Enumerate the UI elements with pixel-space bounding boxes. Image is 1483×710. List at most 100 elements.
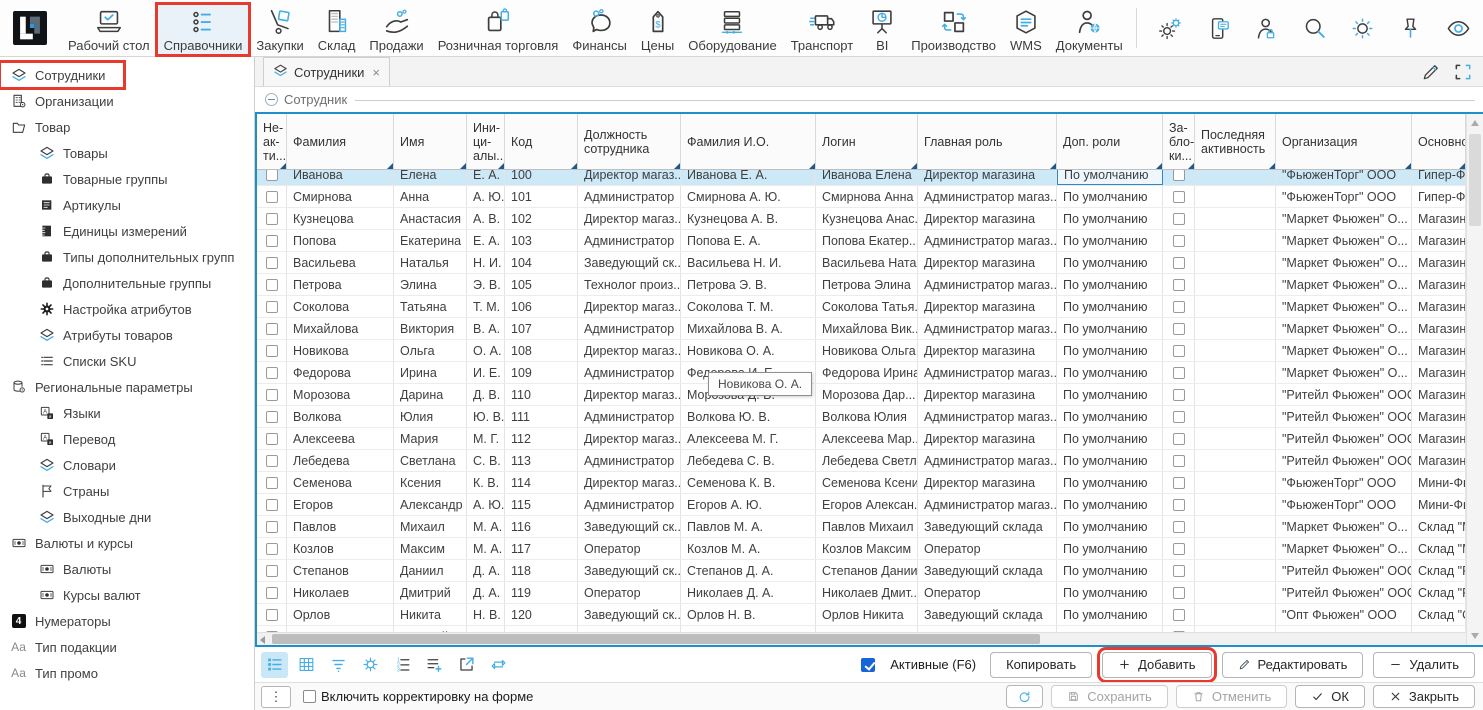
sidebar-item-perevod[interactable]: AяПеревод xyxy=(0,426,254,452)
table-row[interactable]: ПоповаЕкатеринаЕ. А.103АдминистраторПопо… xyxy=(257,230,1466,252)
blocked-checkbox[interactable] xyxy=(1173,170,1185,181)
sidebar-item-tovar[interactable]: Товар xyxy=(0,114,254,140)
vertical-scrollbar[interactable] xyxy=(1466,114,1483,645)
sidebar-item-spiski-sku[interactable]: Списки SKU xyxy=(0,348,254,374)
column-header-initials[interactable]: Ини- ци- алы... xyxy=(467,114,505,169)
row-checkbox[interactable] xyxy=(266,433,278,445)
row-checkbox[interactable] xyxy=(266,367,278,379)
save-button[interactable]: Сохранить xyxy=(1051,685,1168,708)
row-checkbox[interactable] xyxy=(266,323,278,335)
blocked-checkbox[interactable] xyxy=(1173,477,1185,489)
horizontal-scrollbar[interactable] xyxy=(257,632,1466,645)
column-header-extraroles[interactable]: Доп. роли xyxy=(1057,114,1163,169)
table-row[interactable]: НовиковаОльгаО. А.108Директор магаз...Но… xyxy=(257,340,1466,362)
nav-item-finansy[interactable]: Финансы xyxy=(565,4,634,55)
table-row[interactable]: ОрловНикитаН. В.120Заведующий ск...Орлов… xyxy=(257,604,1466,626)
blocked-checkbox[interactable] xyxy=(1173,257,1185,269)
more-menu-button[interactable]: ⋮ xyxy=(261,686,291,708)
table-row[interactable]: ВасильеваНатальяН. И.104Заведующий ск...… xyxy=(257,252,1466,274)
table-row[interactable]: КузнецоваАнастасияА. В.102Директор магаз… xyxy=(257,208,1466,230)
user-lock-icon[interactable] xyxy=(1252,13,1282,43)
sidebar-item-tip-podaktsii[interactable]: АаТип подакции xyxy=(0,634,254,660)
column-header-login[interactable]: Логин xyxy=(816,114,918,169)
sidebar-item-nastroyka-atributov[interactable]: Настройка атрибутов xyxy=(0,296,254,322)
tab-close-icon[interactable]: × xyxy=(372,65,380,80)
scroll-left-icon[interactable] xyxy=(260,636,265,644)
blocked-checkbox[interactable] xyxy=(1173,235,1185,247)
row-checkbox[interactable] xyxy=(266,170,278,181)
sidebar-item-valyuty-i-kursy[interactable]: Валюты и курсы xyxy=(0,530,254,556)
nav-item-dokumenty[interactable]: Документы xyxy=(1049,4,1130,55)
column-header-position[interactable]: Должность сотрудника xyxy=(578,114,681,169)
blocked-checkbox[interactable] xyxy=(1173,279,1185,291)
nav-item-proizvodstvo[interactable]: Производство xyxy=(904,4,1003,55)
row-checkbox[interactable] xyxy=(266,587,278,599)
phone-message-icon[interactable] xyxy=(1204,13,1234,43)
column-header-firstname[interactable]: Имя xyxy=(394,114,467,169)
nav-item-spravochniki[interactable]: Справочники xyxy=(157,4,250,55)
scroll-up-icon[interactable] xyxy=(1471,120,1479,126)
scroll-down-icon[interactable] xyxy=(1471,633,1479,639)
delete-button[interactable]: Удалить xyxy=(1373,652,1475,678)
blocked-checkbox[interactable] xyxy=(1173,411,1185,423)
sidebar-item-artikuly[interactable]: Артикулы xyxy=(0,192,254,218)
cancel-button[interactable]: Отменить xyxy=(1176,685,1287,708)
column-header-primary[interactable]: Основной xyxy=(1412,114,1466,169)
column-header-lastname[interactable]: Фамилия xyxy=(287,114,394,169)
tab-employees[interactable]: Сотрудники × xyxy=(263,57,390,86)
blocked-checkbox[interactable] xyxy=(1173,301,1185,313)
sidebar-item-tovary[interactable]: Товары xyxy=(0,140,254,166)
row-checkbox[interactable] xyxy=(266,477,278,489)
fullscreen-icon[interactable] xyxy=(1453,62,1473,82)
row-checkbox[interactable] xyxy=(266,543,278,555)
blocked-checkbox[interactable] xyxy=(1173,609,1185,621)
nav-item-zakupki[interactable]: Закупки xyxy=(249,4,310,55)
blocked-checkbox[interactable] xyxy=(1173,213,1185,225)
loop-icon[interactable] xyxy=(485,652,512,678)
table-row[interactable]: ЕгоровАлександрА. Ю.115АдминистраторЕгор… xyxy=(257,494,1466,516)
row-checkbox[interactable] xyxy=(266,565,278,577)
sidebar-item-dopolnitelnye-gruppy[interactable]: Дополнительные группы xyxy=(0,270,254,296)
nav-item-tseny[interactable]: $Цены xyxy=(634,4,681,55)
row-checkbox[interactable] xyxy=(266,213,278,225)
eye-icon[interactable] xyxy=(1444,13,1474,43)
table-row[interactable]: ПавловМихаилМ. А.116Заведующий ск...Павл… xyxy=(257,516,1466,538)
table-row[interactable]: НиколаевДмитрийД. А.119ОператорНиколаев … xyxy=(257,582,1466,604)
row-checkbox[interactable] xyxy=(266,191,278,203)
column-header-inactive[interactable]: Не- ак- ти... xyxy=(257,114,287,169)
sidebar-item-valyuty[interactable]: Валюты xyxy=(0,556,254,582)
row-checkbox[interactable] xyxy=(266,345,278,357)
add-list-icon[interactable] xyxy=(421,652,448,678)
column-header-organization[interactable]: Организация xyxy=(1276,114,1412,169)
table-row[interactable]: СтепановДаниилД. А.118Заведующий ск...Ст… xyxy=(257,560,1466,582)
row-checkbox[interactable] xyxy=(266,235,278,247)
row-checkbox[interactable] xyxy=(266,411,278,423)
table-row[interactable]: МорозоваДаринаД. В.110Директор магаз...М… xyxy=(257,384,1466,406)
blocked-checkbox[interactable] xyxy=(1173,323,1185,335)
sidebar-item-vykhodnye-dni[interactable]: Выходные дни xyxy=(0,504,254,530)
nav-item-oborudovanie[interactable]: Оборудование xyxy=(681,4,783,55)
nav-item-bi[interactable]: BI xyxy=(860,4,904,55)
table-row[interactable]: МихайловаВикторияВ. А.107АдминистраторМи… xyxy=(257,318,1466,340)
export-icon[interactable] xyxy=(453,652,480,678)
nav-item-transport[interactable]: Транспорт xyxy=(784,4,861,55)
blocked-checkbox[interactable] xyxy=(1173,455,1185,467)
row-checkbox[interactable] xyxy=(266,499,278,511)
nav-item-roznichnaya-torgovlya[interactable]: Розничная торговля xyxy=(431,4,566,55)
row-checkbox[interactable] xyxy=(266,609,278,621)
sidebar-item-yazyki[interactable]: AяЯзыки xyxy=(0,400,254,426)
blocked-checkbox[interactable] xyxy=(1173,433,1185,445)
close-button[interactable]: Закрыть xyxy=(1373,685,1475,708)
sidebar-item-sotrudniki[interactable]: Сотрудники xyxy=(0,62,124,88)
collapse-group-icon[interactable] xyxy=(265,93,278,106)
search-icon[interactable] xyxy=(1300,13,1330,43)
blocked-checkbox[interactable] xyxy=(1173,499,1185,511)
table-row[interactable]: ЛебедеваСветланаС. В.113АдминистраторЛеб… xyxy=(257,450,1466,472)
table-row[interactable]: ИвановаЕленаЕ. А.100Директор магаз...Ива… xyxy=(257,170,1466,186)
table-row[interactable]: АлексееваМарияМ. Г.112Директор магаз...А… xyxy=(257,428,1466,450)
table-row[interactable]: ПетроваЭлинаЭ. В.105Технолог произ...Пет… xyxy=(257,274,1466,296)
gear-blue-icon[interactable] xyxy=(357,652,384,678)
table-row[interactable]: СеменоваКсенияК. В.114Директор магаз...С… xyxy=(257,472,1466,494)
table-row[interactable]: СмирноваАннаА. Ю.101АдминистраторСмирнов… xyxy=(257,186,1466,208)
vertical-scroll-thumb[interactable] xyxy=(1469,134,1481,226)
